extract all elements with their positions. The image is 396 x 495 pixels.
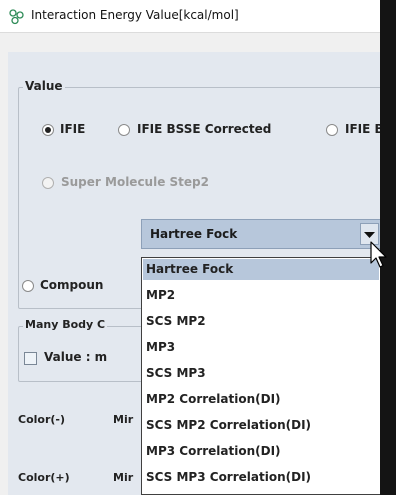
dropdown-item-hartree-fock[interactable]: Hartree Fock [143,259,379,280]
radio-ifie-b-label: IFIE B [345,122,384,136]
dropdown-item-mp2[interactable]: MP2 [143,285,379,306]
color-minus-min-label: Mir [113,413,134,426]
many-body-label: Many Body C [23,318,108,331]
color-minus-label: Color(-) [18,413,66,426]
dropdown-item-mp2-correlation[interactable]: MP2 Correlation(DI) [143,389,379,410]
method-dropdown: Hartree Fock MP2 SCS MP2 MP3 SCS MP3 MP2… [141,257,381,495]
dropdown-item-scs-mp3[interactable]: SCS MP3 [143,363,379,384]
dropdown-item-mp3[interactable]: MP3 [143,337,379,358]
compound-label: Compoun [40,278,104,292]
color-plus-label: Color(+) [18,471,70,484]
dropdown-item-scs-mp2[interactable]: SCS MP2 [143,311,379,332]
value-checkbox[interactable] [24,352,37,365]
radio-compound[interactable] [22,280,34,292]
title-bar: Interaction Energy Value[kcal/mol] [0,0,396,33]
radio-ifie-bsse[interactable] [118,124,130,136]
value-checkbox-label: Value : m [44,350,108,364]
radio-super-molecule[interactable] [42,177,54,189]
dropdown-item-scs-mp3-correlation[interactable]: SCS MP3 Correlation(DI) [143,467,379,488]
super-molecule-label: Super Molecule Step2 [61,175,209,189]
mouse-cursor-icon [370,241,387,268]
value-group-label: Value [23,79,65,93]
method-combo[interactable]: Hartree Fock [141,219,381,249]
radio-ifie[interactable] [42,124,54,136]
radio-ifie-label: IFIE [60,122,86,136]
method-combo-value: Hartree Fock [150,227,238,241]
radio-ifie-bsse-label: IFIE BSSE Corrected [137,122,272,136]
window-title: Interaction Energy Value[kcal/mol] [31,8,239,22]
radio-ifie-b[interactable] [326,124,338,136]
color-plus-min-label: Mir [113,471,134,484]
dropdown-item-scs-mp2-correlation[interactable]: SCS MP2 Correlation(DI) [143,415,379,436]
dropdown-item-mp3-correlation[interactable]: MP3 Correlation(DI) [143,441,379,462]
molecule-icon [9,9,24,25]
